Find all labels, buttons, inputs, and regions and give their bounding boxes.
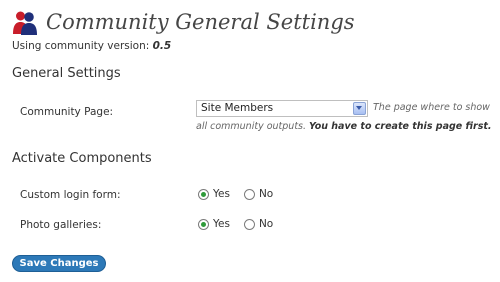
- page-header: Community General Settings: [12, 6, 355, 38]
- general-settings-heading: General Settings: [12, 66, 121, 81]
- save-changes-button[interactable]: Save Changes: [12, 255, 106, 272]
- photo-galleries-radio-group: Yes No: [198, 217, 273, 231]
- community-page-selected-value: Site Members: [201, 102, 274, 114]
- community-page-description-text: all community outputs.: [196, 121, 307, 132]
- custom-login-yes-radio[interactable]: [198, 188, 209, 200]
- community-page-description-continued: all community outputs. You have to creat…: [196, 121, 492, 132]
- activate-components-heading: Activate Components: [12, 151, 152, 166]
- custom-login-no-label[interactable]: No: [259, 188, 273, 200]
- version-value: 0.5: [152, 40, 172, 52]
- photo-galleries-no-radio[interactable]: [243, 218, 255, 230]
- community-page-description-bold: You have to create this page first.: [309, 121, 492, 132]
- photo-galleries-label: Photo galleries:: [20, 219, 102, 231]
- chevron-down-icon[interactable]: [353, 102, 366, 115]
- custom-login-label: Custom login form:: [20, 189, 121, 201]
- page-title: Community General Settings: [46, 10, 355, 34]
- photo-galleries-yes-label[interactable]: Yes: [213, 218, 230, 230]
- community-page-label: Community Page:: [20, 106, 114, 118]
- version-label: Using community version:: [12, 40, 150, 52]
- photo-galleries-yes-radio[interactable]: [198, 218, 209, 230]
- photo-galleries-no-label[interactable]: No: [259, 218, 273, 230]
- custom-login-radio-group: Yes No: [198, 187, 273, 201]
- custom-login-yes-label[interactable]: Yes: [213, 188, 230, 200]
- users-icon: [12, 9, 38, 35]
- community-page-select[interactable]: Site Members: [196, 100, 368, 117]
- community-page-description: The page where to show: [373, 102, 490, 113]
- custom-login-no-radio[interactable]: [243, 188, 255, 200]
- version-info: Using community version: 0.5: [12, 40, 171, 52]
